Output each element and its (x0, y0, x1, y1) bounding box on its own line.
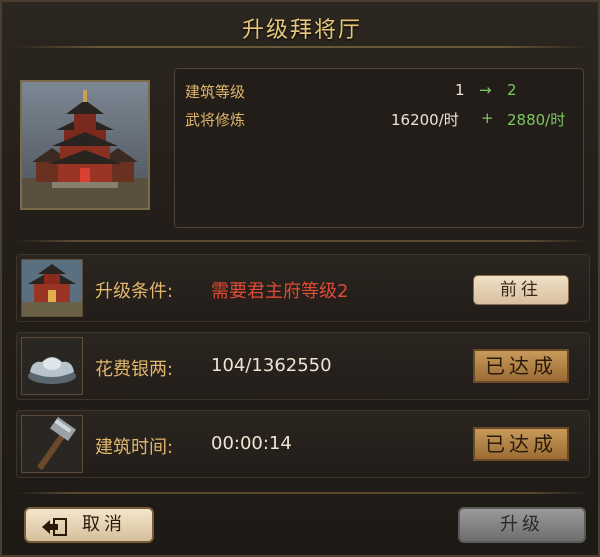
stat-new-value: 2 (507, 81, 517, 99)
cancel-label: 取消 (82, 514, 126, 535)
silver-ingot-icon (21, 337, 83, 395)
requirement-label: 建筑时间: (95, 437, 174, 458)
stat-label: 建筑等级 (185, 83, 246, 101)
requirement-label: 花费银两: (95, 359, 174, 380)
stat-current-value: 16200/时 (391, 111, 459, 129)
requirement-label: 升级条件: (95, 281, 174, 302)
arrow-right-icon: → (479, 81, 492, 99)
stat-row-general-training: 武将修炼 16200/时 + 2880/时 (185, 109, 575, 133)
stat-new-value: 2880/时 (507, 111, 566, 129)
plus-icon: + (481, 109, 494, 127)
dialog-title: 升级拜将厅 (241, 18, 362, 43)
requirement-value: 00:00:14 (211, 433, 292, 454)
stat-current-value: 1 (455, 81, 465, 99)
building-thumbnail (20, 80, 150, 210)
pagoda-icon (22, 82, 148, 208)
cancel-button[interactable]: 取消 (24, 507, 154, 543)
palace-icon (21, 259, 83, 317)
requirement-row-condition: 升级条件: 需要君主府等级2 前往 (16, 254, 590, 322)
title-divider (16, 46, 588, 48)
hammer-icon (21, 415, 83, 473)
exit-arrow-icon (40, 516, 68, 536)
stat-label: 武将修炼 (185, 111, 246, 129)
footer-divider (16, 492, 588, 494)
requirement-value: 104/1362550 (211, 355, 332, 376)
requirement-row-silver: 花费银两: 104/1362550 已达成 (16, 332, 590, 400)
requirement-row-build-time: 建筑时间: 00:00:14 已达成 (16, 410, 590, 478)
section-divider (16, 240, 588, 242)
upgrade-dialog: 升级拜将厅 建筑等级 1 → 2 武将修炼 16200/时 + 2880/时 升… (0, 0, 600, 557)
stats-panel: 建筑等级 1 → 2 武将修炼 16200/时 + 2880/时 (174, 68, 584, 228)
completed-badge: 已达成 (473, 427, 569, 461)
goto-button[interactable]: 前往 (473, 275, 569, 305)
upgrade-button[interactable]: 升级 (458, 507, 586, 543)
requirement-value: 需要君主府等级2 (211, 281, 349, 302)
stat-row-building-level: 建筑等级 1 → 2 (185, 81, 575, 105)
completed-badge: 已达成 (473, 349, 569, 383)
